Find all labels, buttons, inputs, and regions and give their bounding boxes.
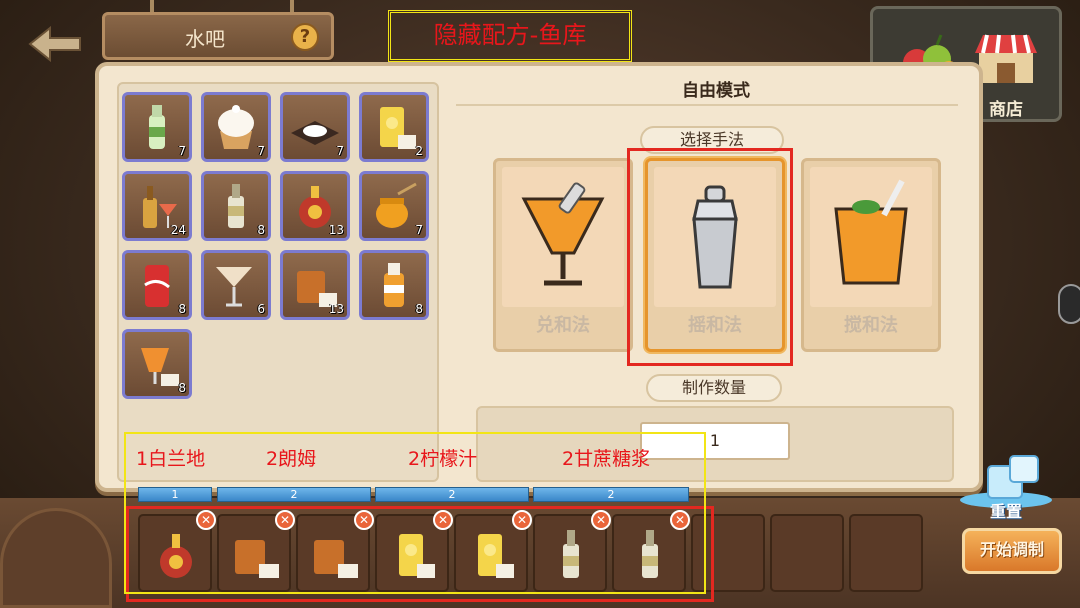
rum-bottle-icon xyxy=(228,184,244,228)
title-plate: 水吧 ? xyxy=(102,12,334,60)
item-count: 7 xyxy=(415,223,423,237)
back-arrow-icon[interactable] xyxy=(22,24,84,64)
annotation-text: 2朗姆 xyxy=(266,448,317,470)
item-count: 6 xyxy=(257,302,265,316)
tropical-cocktail-icon xyxy=(141,348,179,386)
inventory-item-orange-juice-bottle[interactable]: 8 xyxy=(359,250,429,320)
cream-puff-icon xyxy=(218,105,254,149)
start-mixing-button[interactable]: 开始调制 xyxy=(962,528,1062,574)
cola-can-icon xyxy=(144,265,170,307)
inventory-item-rum-glass[interactable]: 13 xyxy=(280,250,350,320)
inventory-item-cocktail-bottle[interactable]: 24 xyxy=(122,171,192,241)
sugar-plate-icon xyxy=(291,121,339,145)
inventory-item-cola-can[interactable]: 8 xyxy=(122,250,192,320)
card-image xyxy=(810,167,932,307)
inventory-item-cream-puff[interactable]: 7 xyxy=(201,92,271,162)
count-label: 制作数量 xyxy=(646,374,782,402)
method-card-build[interactable]: 兑和法 xyxy=(493,158,633,352)
honey-jar-icon xyxy=(376,182,417,228)
question-icon[interactable]: ? xyxy=(291,23,319,51)
annotation-title: 隐藏配方-鱼库 xyxy=(388,10,632,62)
annotation-box-red xyxy=(627,148,793,366)
item-count: 8 xyxy=(257,223,265,237)
item-count: 24 xyxy=(170,223,186,237)
method-label: 兑和法 xyxy=(536,315,590,336)
mode-title: 自由模式 xyxy=(682,81,750,101)
inventory-item-sugar-plate[interactable]: 7 xyxy=(280,92,350,162)
item-count: 13 xyxy=(328,302,344,316)
bottom-dome xyxy=(0,508,112,608)
item-count: 7 xyxy=(178,144,186,158)
soda-bottle-icon xyxy=(149,105,165,149)
martini-glass-icon xyxy=(216,267,252,307)
orange-juice-bottle-icon xyxy=(384,263,404,307)
item-count: 13 xyxy=(328,223,344,237)
inventory-item-tropical-cocktail[interactable]: 8 xyxy=(122,329,192,399)
page-title: 水吧 xyxy=(185,27,225,51)
item-count: 7 xyxy=(336,144,344,158)
item-count: 2 xyxy=(415,144,423,158)
inventory-item-lemon-juice[interactable]: 2 xyxy=(359,92,429,162)
lemon-juice-icon xyxy=(380,107,416,149)
item-count: 8 xyxy=(178,381,186,395)
empty-slot[interactable] xyxy=(770,514,844,592)
divider xyxy=(456,104,958,106)
build-glass-icon xyxy=(521,182,605,286)
item-count: 8 xyxy=(415,302,423,316)
side-handle[interactable] xyxy=(1058,284,1080,324)
annotation-text: 2柠檬汁 xyxy=(408,448,478,470)
inventory-item-honey-jar[interactable]: 7 xyxy=(359,171,429,241)
inventory-item-soda-bottle[interactable]: 7 xyxy=(122,92,192,162)
annotation-text: 1白兰地 xyxy=(136,448,206,470)
shop-label: 商店 xyxy=(989,100,1023,120)
card-image xyxy=(502,167,624,307)
inventory-item-brandy-bottle[interactable]: 13 xyxy=(280,171,350,241)
method-label: 搅和法 xyxy=(844,315,898,336)
annotation-text: 2甘蔗糖浆 xyxy=(562,448,651,470)
inventory-item-martini-glass[interactable]: 6 xyxy=(201,250,271,320)
item-count: 7 xyxy=(257,144,265,158)
method-card-stir[interactable]: 搅和法 xyxy=(801,158,941,352)
inventory-item-rum-bottle[interactable]: 8 xyxy=(201,171,271,241)
reset-button[interactable]: 重置 xyxy=(960,498,1052,524)
empty-slot[interactable] xyxy=(849,514,923,592)
item-count: 8 xyxy=(178,302,186,316)
stir-glass-icon xyxy=(834,179,908,285)
